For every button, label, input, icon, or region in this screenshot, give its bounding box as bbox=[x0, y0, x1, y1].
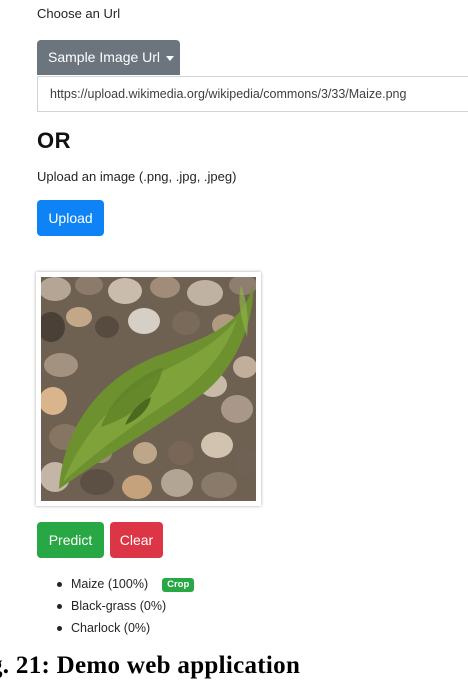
caret-down-icon bbox=[166, 55, 175, 61]
upload-button[interactable]: Upload bbox=[37, 200, 104, 236]
bullet-icon bbox=[57, 604, 62, 609]
dropdown-label: Sample Image Url bbox=[48, 49, 161, 65]
maize-seedling-image bbox=[41, 277, 256, 501]
result-label: Maize (100%) bbox=[71, 577, 149, 591]
clear-button[interactable]: Clear bbox=[110, 522, 163, 558]
url-input[interactable]: https://upload.wikimedia.org/wikipedia/c… bbox=[37, 76, 468, 112]
list-item: Maize (100%) Crop bbox=[55, 573, 195, 595]
bullet-icon bbox=[57, 626, 62, 631]
choose-url-label: Choose an Url bbox=[37, 6, 121, 21]
or-heading: OR bbox=[37, 128, 71, 153]
predict-button[interactable]: Predict bbox=[37, 522, 104, 558]
list-item: Charlock (0%) bbox=[55, 617, 194, 639]
sample-image-url-dropdown[interactable]: Sample Image Url bbox=[37, 40, 180, 75]
list-item: Black-grass (0%) bbox=[55, 595, 194, 617]
bullet-icon bbox=[57, 582, 62, 587]
result-label: Charlock (0%) bbox=[71, 621, 151, 635]
prediction-results-list: Maize (100%) Crop Black-grass (0%) Charlo… bbox=[55, 573, 195, 639]
status-badge: Crop bbox=[162, 578, 195, 592]
result-label: Black-grass (0%) bbox=[71, 599, 167, 613]
figure-caption: g. 21: Demo web application bbox=[0, 652, 301, 679]
image-preview bbox=[36, 272, 261, 506]
upload-label: Upload an image (.png, .jpg, .jpeg) bbox=[37, 169, 237, 184]
